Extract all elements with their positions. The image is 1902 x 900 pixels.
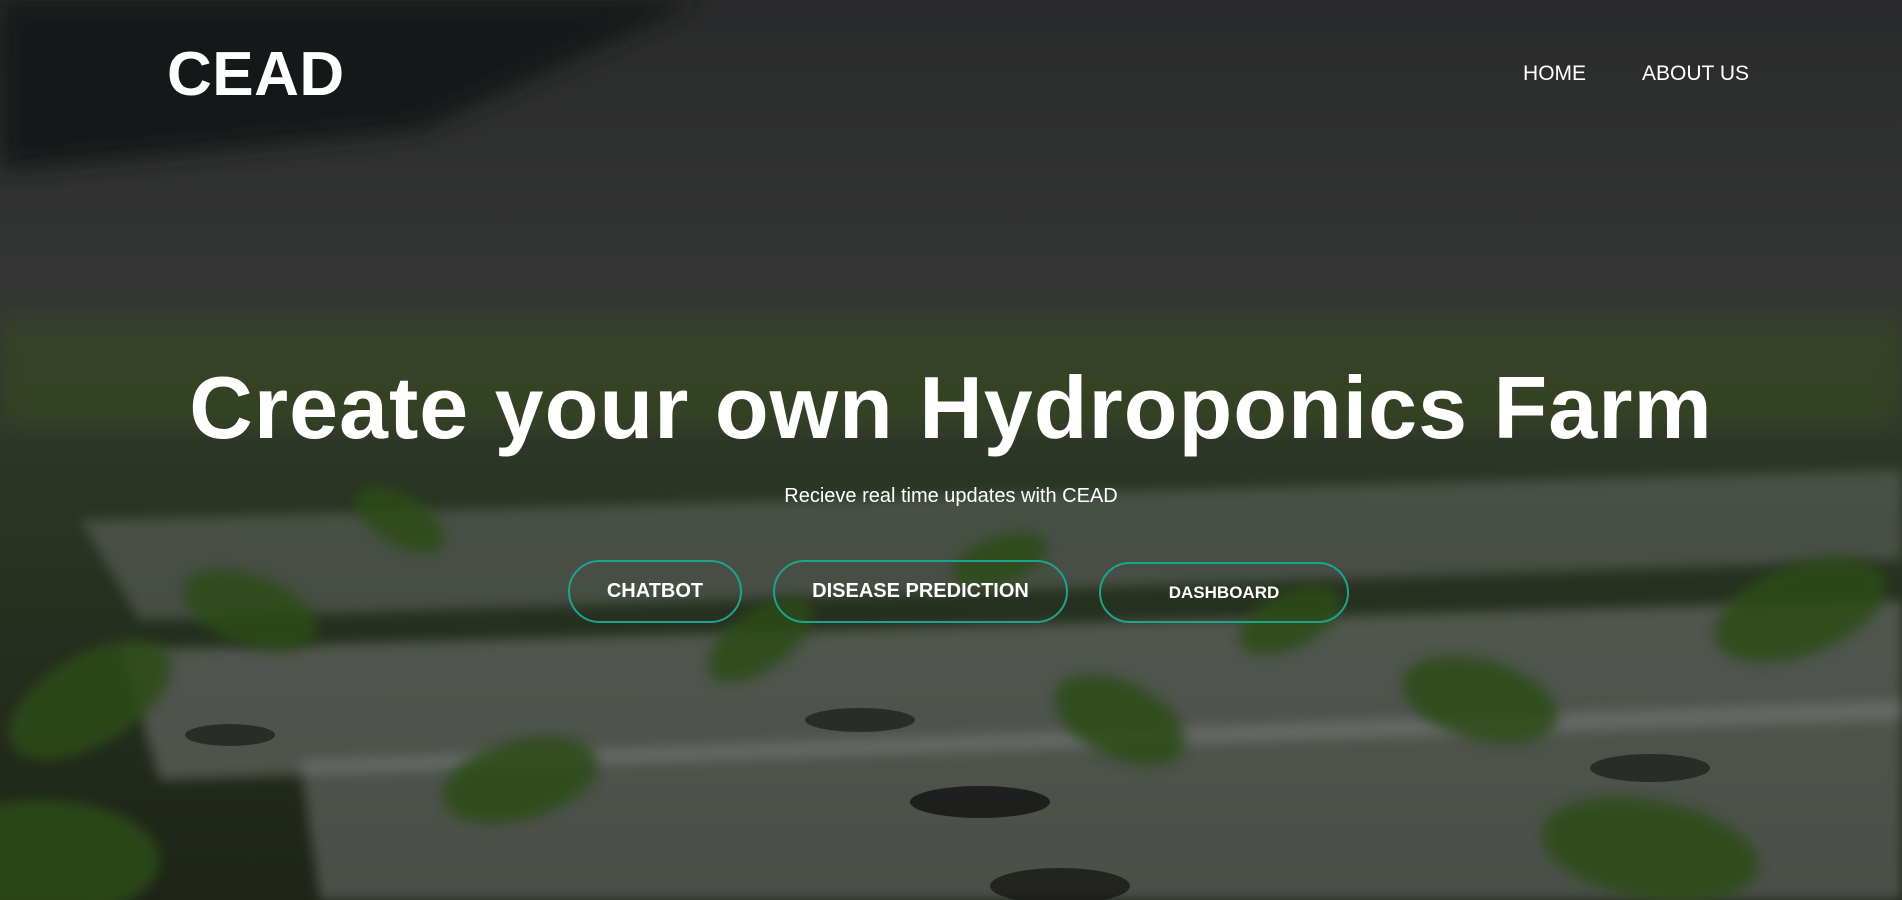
nav-about-us-link[interactable]: ABOUT US [1642, 62, 1749, 86]
hero-section: CEAD HOME ABOUT US Create your own Hydro… [0, 0, 1902, 900]
dashboard-button[interactable]: DASHBOARD [1099, 562, 1349, 623]
disease-prediction-button[interactable]: DISEASE PREDICTION [773, 560, 1068, 623]
main-nav: HOME ABOUT US [1523, 62, 1749, 86]
nav-home-link[interactable]: HOME [1523, 62, 1586, 86]
hero-subtitle: Recieve real time updates with CEAD [784, 485, 1118, 507]
site-logo[interactable]: CEAD [167, 40, 345, 110]
chatbot-button[interactable]: CHATBOT [568, 560, 742, 623]
hero-headline: Create your own Hydroponics Farm [189, 358, 1713, 457]
